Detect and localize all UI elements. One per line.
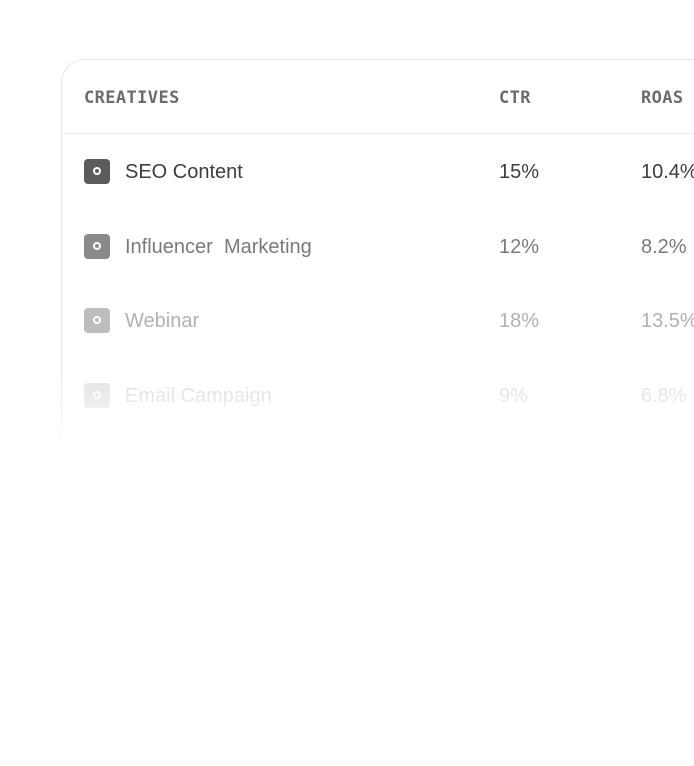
ctr-value: 18% bbox=[499, 310, 540, 332]
column-header-creatives[interactable]: CREATIVES bbox=[84, 88, 180, 108]
creative-name: SEO Content bbox=[125, 161, 243, 183]
creatives-table-card: CREATIVES CTR ROAS SEO Content 15% 10.4%… bbox=[61, 59, 694, 481]
creative-thumbnail-icon bbox=[84, 159, 110, 184]
creative-thumbnail-icon bbox=[84, 383, 110, 408]
creative-name: Email Campaign bbox=[125, 385, 272, 407]
roas-value: 10.4% bbox=[641, 161, 694, 183]
table-header: CREATIVES CTR ROAS bbox=[62, 60, 694, 134]
table-row[interactable]: Email Campaign 9% 6.8% bbox=[62, 376, 694, 416]
creative-name: Webinar bbox=[125, 310, 200, 332]
table-row[interactable]: Influencer Marketing 12% 8.2% bbox=[62, 227, 694, 267]
creative-thumbnail-icon bbox=[84, 234, 110, 259]
column-header-ctr[interactable]: CTR bbox=[499, 88, 531, 108]
ctr-value: 15% bbox=[499, 161, 540, 183]
table-row[interactable]: SEO Content 15% 10.4% bbox=[62, 152, 694, 192]
creative-name: Influencer Marketing bbox=[125, 236, 312, 258]
ctr-value: 9% bbox=[499, 385, 528, 407]
roas-value: 8.2% bbox=[641, 236, 687, 258]
column-header-roas[interactable]: ROAS bbox=[641, 88, 684, 108]
page: CREATIVES CTR ROAS SEO Content 15% 10.4%… bbox=[0, 0, 694, 766]
roas-value: 6.8% bbox=[641, 385, 687, 407]
creative-thumbnail-icon bbox=[84, 308, 110, 333]
table-row[interactable]: Webinar 18% 13.5% bbox=[62, 301, 694, 341]
ctr-value: 12% bbox=[499, 236, 540, 258]
roas-value: 13.5% bbox=[641, 310, 694, 332]
